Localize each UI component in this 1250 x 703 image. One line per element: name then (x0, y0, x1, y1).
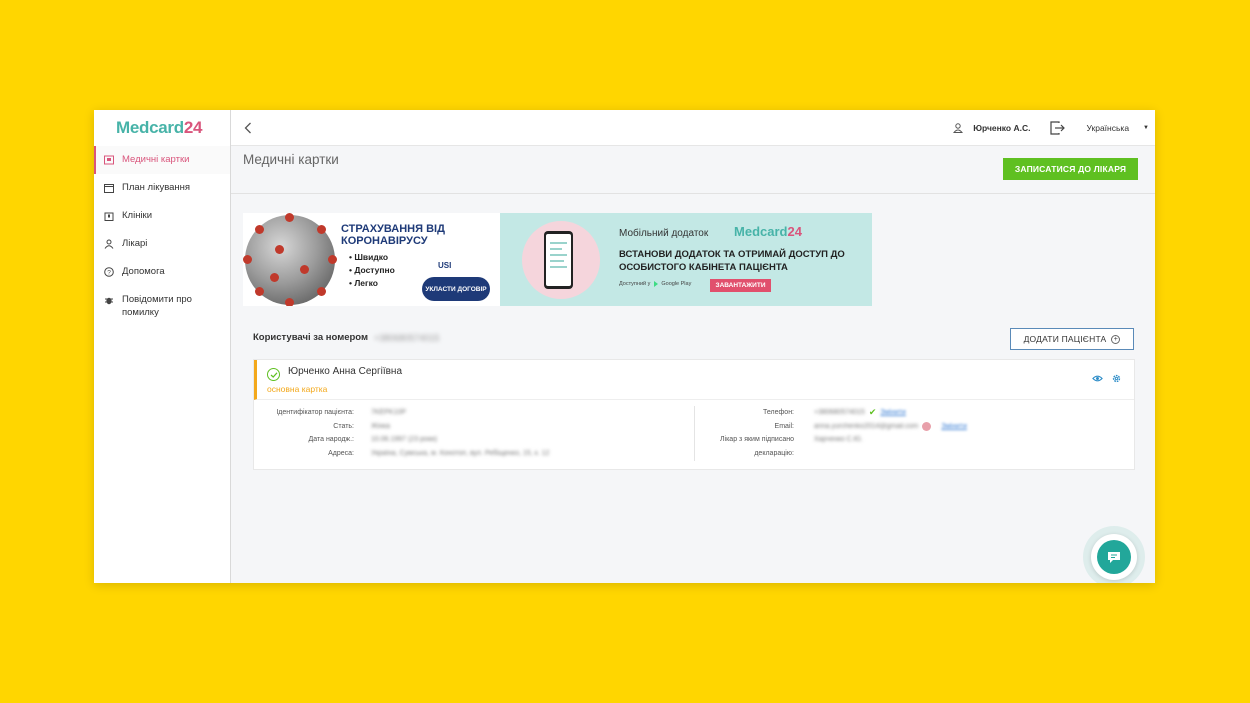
mobile-app-label: Мобільний додаток (619, 228, 709, 239)
right-values: +380680574015 ✔ Змінити anna.yurchenko20… (814, 406, 967, 447)
insurance-point: • Легко (349, 278, 378, 288)
store-name: Google Play (661, 281, 692, 287)
mobile-app-banner[interactable]: Мобільний додаток Medcard24 ВСТАНОВИ ДОД… (500, 213, 872, 306)
medical-card-icon (103, 154, 115, 166)
field-label: Адреса: (328, 449, 354, 457)
card-actions (1084, 373, 1122, 384)
field-label: Дата народж.: (308, 436, 355, 443)
patient-card-header[interactable]: Юрченко Анна Сергіївна основна картка (254, 360, 1134, 400)
field-label: Стать: (333, 422, 354, 430)
sidebar-item-treatment-plan[interactable]: План лікування (94, 174, 230, 202)
gender-value: Жінка (371, 422, 390, 430)
sidebar-item-label: Медичні картки (122, 154, 190, 165)
sidebar-item-label: Повідомити про помилку (122, 294, 192, 318)
logout-icon (1050, 120, 1066, 135)
change-phone-link[interactable]: Змінити (880, 406, 906, 420)
chat-bubble-icon (1108, 552, 1120, 563)
unverified-icon (922, 421, 932, 431)
doctor-value: Харченко С.Ю. (814, 436, 863, 443)
verified-check-icon: ✔ (868, 407, 877, 417)
insurance-point: • Швидко (349, 252, 389, 262)
left-values: 7KEPK10P Жінка 10.06.1997 (23 роки) Укра… (371, 406, 549, 460)
page-header: Медичні картки ЗАПИСАТИСЯ ДО ЛІКАРЯ (231, 146, 1155, 194)
sidebar-nav: Медичні картки План лікування Клініки Лі… (94, 146, 230, 326)
plus-circle-icon: + (1111, 334, 1121, 344)
caret-down-icon: ▼ (1143, 124, 1149, 131)
sidebar-item-medical-cards[interactable]: Медичні картки (94, 146, 230, 174)
sidebar-item-help[interactable]: ? Допомога (94, 258, 230, 286)
add-patient-button[interactable]: ДОДАТИ ПАЦІЄНТА + (1010, 328, 1134, 350)
language-value: Українська (1086, 122, 1130, 133)
change-email-link[interactable]: Змінити (941, 420, 967, 434)
details-divider (694, 406, 695, 461)
language-select[interactable]: Українська ▼ (1086, 123, 1149, 133)
gear-icon[interactable] (1111, 373, 1122, 384)
chat-button[interactable] (1091, 534, 1137, 580)
card-type-label: основна картка (267, 384, 328, 394)
phone-image (544, 231, 573, 289)
app-window: Medcard 24 Медичні картки План лікування … (94, 110, 1155, 583)
sidebar-item-label: Допомога (122, 266, 165, 277)
field-label: Ідентифікатор пацієнта: (276, 409, 354, 416)
clinic-icon (103, 210, 115, 222)
chevron-left-icon (244, 122, 251, 133)
users-phone-number: +380680574015 (374, 332, 440, 343)
main-content: Медичні картки ЗАПИСАТИСЯ ДО ЛІКАРЯ СТРА… (231, 146, 1155, 583)
phone-value: +380680574015 (814, 409, 865, 416)
sidebar-item-label: План лікування (122, 182, 191, 193)
right-labels: Телефон: Email: Лікар з яким підписано д… (709, 406, 794, 460)
email-label: Email: (774, 422, 794, 430)
page-title: Медичні картки (243, 152, 339, 167)
google-play-icon (654, 281, 659, 287)
svg-text:?: ? (107, 270, 111, 277)
check-circle-icon (267, 368, 280, 381)
usi-logo: USI (438, 261, 451, 270)
users-by-number-label: Користувачі за номером (253, 332, 369, 343)
sign-contract-button[interactable]: УКЛАСТИ ДОГОВІР (422, 277, 490, 301)
back-button[interactable] (231, 110, 265, 146)
sidebar-item-label: Клініки (122, 210, 153, 221)
bug-icon (103, 294, 115, 306)
doctor-label: Лікар з яким підписано декларацію: (719, 436, 794, 457)
sidebar-item-label: Лікарі (122, 238, 148, 249)
sidebar: Medcard 24 Медичні картки План лікування … (94, 110, 231, 583)
patient-name: Юрченко Анна Сергіївна (288, 366, 403, 377)
insurance-point: • Доступно (349, 265, 395, 275)
mobile-app-text: ВСТАНОВИ ДОДАТОК ТА ОТРИМАЙ ДОСТУП ДО ОС… (619, 249, 845, 273)
address-value: Україна, Сумська, м. Конотоп, вул. Ребіщ… (371, 449, 550, 457)
book-doctor-button[interactable]: ЗАПИСАТИСЯ ДО ЛІКАРЯ (1003, 158, 1138, 180)
patient-card: Юрченко Анна Сергіївна основна картка Ід… (253, 359, 1135, 470)
coronavirus-image (243, 213, 337, 306)
store-badges: Доступний у Google Play (619, 281, 691, 287)
banners: СТРАХУВАННЯ ВІД КОРОНАВІРУСУ • Швидко • … (243, 213, 872, 306)
download-button[interactable]: ЗАВАНТАЖИТИ (710, 279, 771, 292)
email-value: anna.yurchenko2014@gmail.com (814, 422, 919, 430)
left-labels: Ідентифікатор пацієнта: Стать: Дата наро… (259, 406, 354, 460)
doctor-icon (103, 238, 115, 250)
insurance-points: • Швидко • Доступно • Легко (349, 251, 395, 290)
add-patient-label: ДОДАТИ ПАЦІЄНТА (1023, 334, 1107, 344)
insurance-title: СТРАХУВАННЯ ВІД КОРОНАВІРУСУ (341, 223, 445, 247)
user-menu[interactable]: Юрченко А.С. (953, 123, 1030, 133)
medcard24-logo[interactable]: Medcard 24 (94, 110, 230, 146)
users-by-number: Користувачі за номером +380680574015 (253, 332, 439, 343)
calendar-icon (103, 182, 115, 194)
birth-date-value: 10.06.1997 (23 роки) (371, 436, 438, 443)
help-icon: ? (103, 266, 115, 278)
phone-label: Телефон: (763, 409, 794, 416)
sidebar-item-clinics[interactable]: Клініки (94, 202, 230, 230)
available-label: Доступний у (619, 281, 651, 287)
usi-logo-text: USI (438, 261, 452, 270)
eye-icon[interactable] (1092, 373, 1103, 384)
medcard24-logo-small: Medcard24 (734, 224, 802, 239)
logout-button[interactable] (1050, 120, 1066, 135)
user-name: Юрченко А.С. (973, 122, 1031, 133)
insurance-banner[interactable]: СТРАХУВАННЯ ВІД КОРОНАВІРУСУ • Швидко • … (243, 213, 500, 306)
top-bar: Юрченко А.С. Українська ▼ (231, 110, 1155, 146)
patient-id-value: 7KEPK10P (371, 409, 407, 416)
sidebar-item-report-bug[interactable]: Повідомити про помилку (94, 286, 230, 326)
user-icon (953, 122, 964, 133)
sidebar-item-doctors[interactable]: Лікарі (94, 230, 230, 258)
